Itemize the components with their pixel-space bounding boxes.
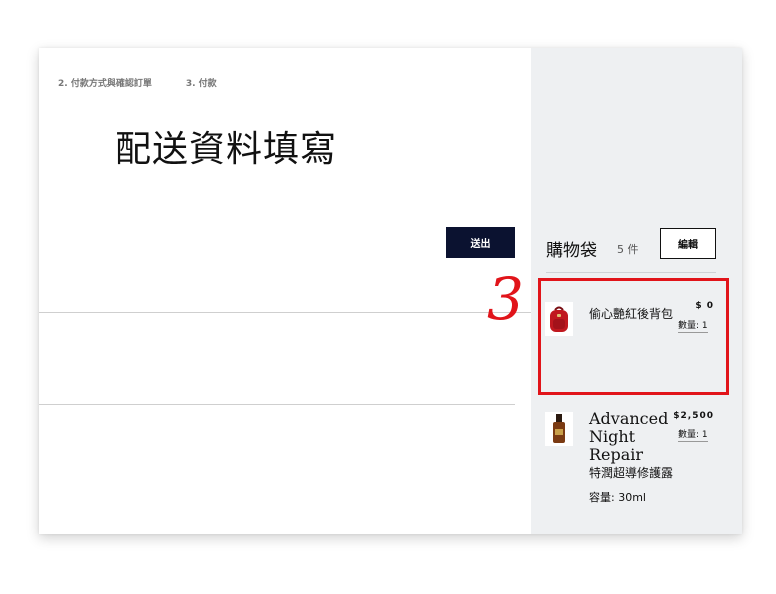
page-title: 配送資料填寫	[115, 129, 338, 170]
serum-bottle-icon	[545, 412, 573, 446]
divider	[39, 404, 515, 405]
bag-item-count: 5 件	[617, 243, 639, 256]
annotation-number: 3	[487, 265, 524, 333]
item-capacity: 容量: 30ml	[589, 491, 646, 504]
step-payment-method[interactable]: 2. 付款方式與確認訂單	[58, 76, 152, 89]
item-name[interactable]: Advanced Night Repair	[589, 410, 671, 464]
edit-bag-button[interactable]: 編輯	[660, 228, 716, 259]
item-quantity[interactable]: 數量: 1	[678, 427, 708, 442]
divider	[39, 312, 531, 313]
submit-button[interactable]: 送出	[446, 227, 515, 258]
item-subtitle: 特潤超導修護露	[589, 466, 674, 480]
checkout-steps: 2. 付款方式與確認訂單 3. 付款	[58, 76, 251, 89]
bag-title: 購物袋	[546, 241, 597, 261]
shipping-form-panel: 2. 付款方式與確認訂單 3. 付款 配送資料填寫 送出	[39, 48, 531, 534]
item-price: $2,500	[673, 411, 714, 421]
annotation-highlight-box	[538, 278, 729, 395]
bag-item-serum[interactable]: Advanced Night Repair 特潤超導修護露 容量: 30ml $…	[531, 408, 742, 518]
step-payment[interactable]: 3. 付款	[186, 76, 217, 89]
divider	[546, 272, 716, 273]
